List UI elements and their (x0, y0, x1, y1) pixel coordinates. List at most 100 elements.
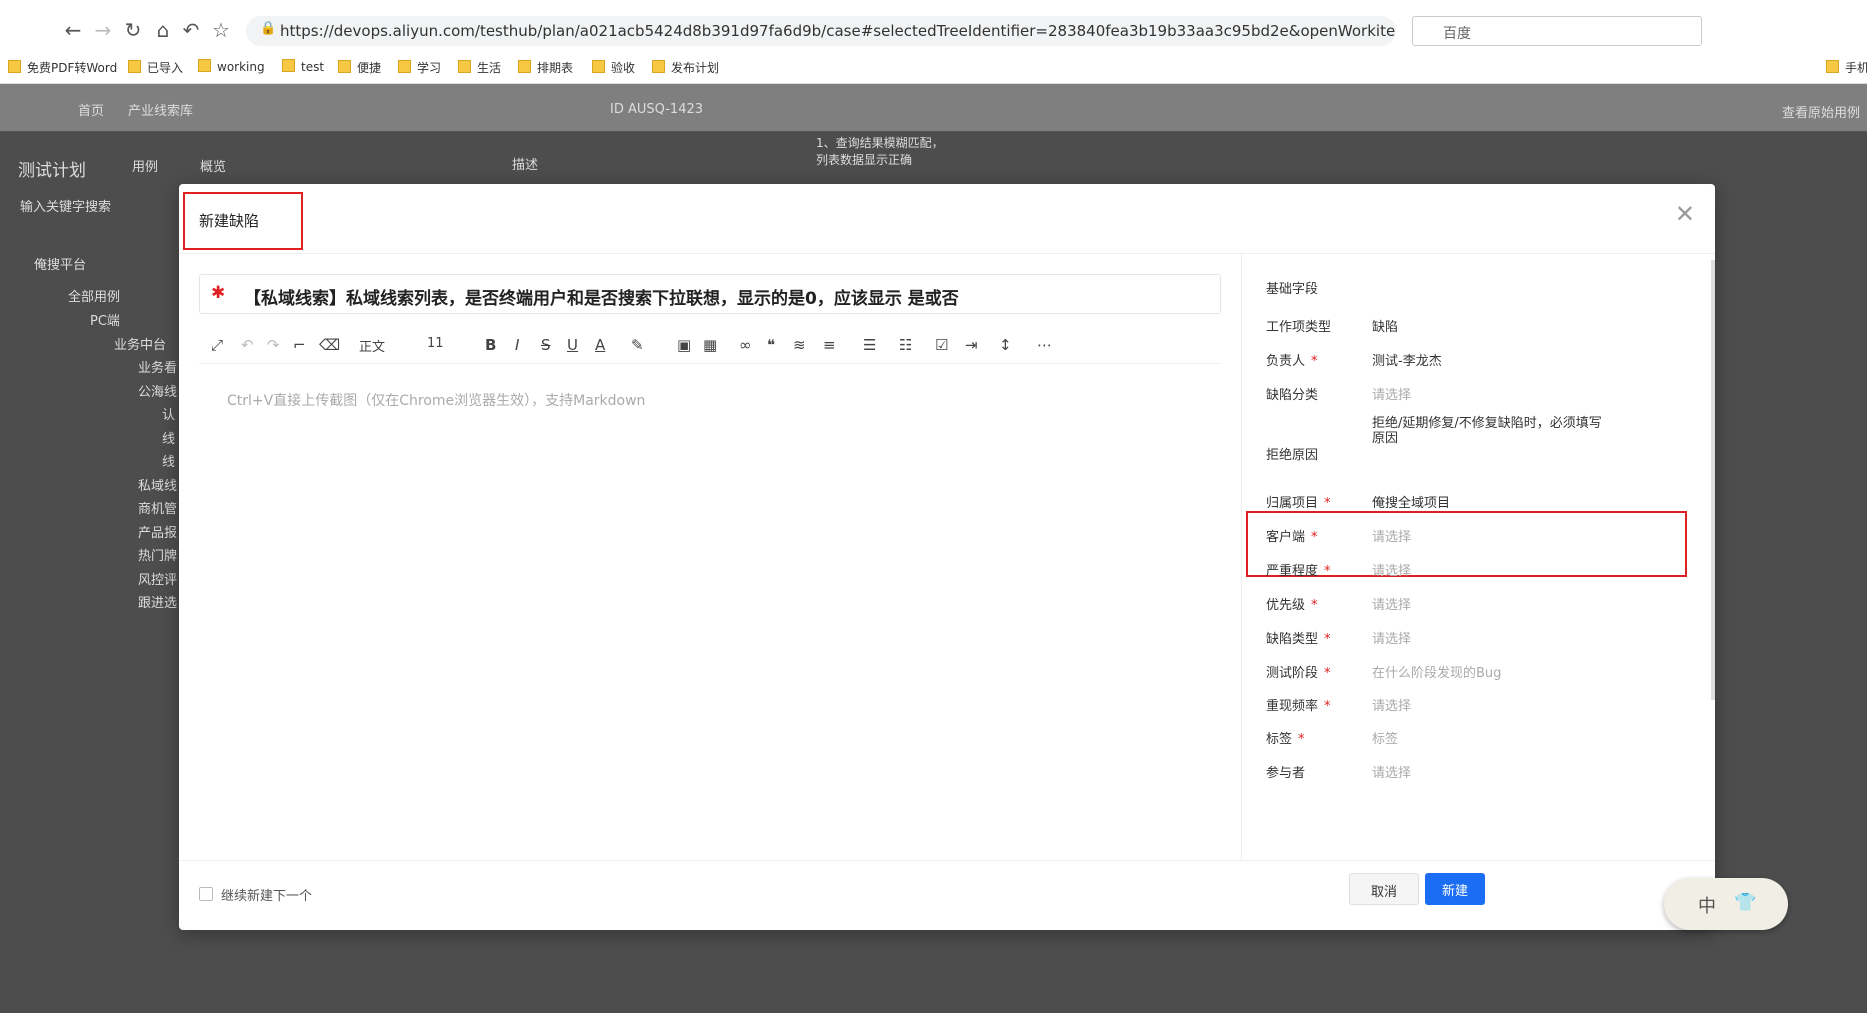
bookmark[interactable]: 学习 (398, 59, 441, 76)
image-icon[interactable]: ▣ (677, 336, 691, 354)
bookmark[interactable]: working (198, 59, 265, 74)
tree-item[interactable]: 俺搜平台 (34, 254, 86, 273)
indent-icon[interactable]: ⇥ (965, 336, 978, 354)
font-color-icon[interactable]: A (595, 336, 605, 354)
field-label: 工作项类型 (1266, 316, 1331, 335)
field-value[interactable]: 请选择 (1372, 384, 1411, 403)
star-icon[interactable]: ☆ (208, 18, 234, 42)
quote-icon[interactable]: ❝ (767, 336, 775, 354)
align-icon[interactable]: ≡ (823, 336, 836, 354)
divider-icon[interactable]: ≋ (793, 336, 806, 354)
eraser-icon[interactable]: ⌫ (319, 336, 340, 354)
tree-item[interactable]: 产品报 (138, 522, 177, 541)
forward-icon[interactable]: → (90, 18, 116, 42)
line-height-icon[interactable]: ↕ (999, 336, 1012, 354)
link-icon[interactable]: ∞ (739, 336, 752, 354)
redo-icon[interactable]: ↷ (267, 336, 280, 354)
field-label-text: 严重程度 (1266, 564, 1319, 579)
field-label: 重现频率 * (1266, 695, 1331, 714)
table-icon[interactable]: ▦ (703, 336, 717, 354)
expand-icon[interactable]: ⤢ (211, 336, 223, 354)
tree-item[interactable]: 认 (162, 404, 175, 423)
undo-icon[interactable]: ↶ (241, 336, 254, 354)
bookmark[interactable]: 便捷 (338, 59, 381, 76)
continue-checkbox[interactable] (199, 887, 213, 901)
tree-item[interactable]: 业务看 (138, 357, 177, 376)
continue-label: 继续新建下一个 (221, 889, 313, 904)
field-value[interactable]: 缺陷 (1372, 316, 1398, 335)
breadcrumb-current[interactable]: 产业线索库 (128, 100, 193, 119)
ime-widget[interactable]: 中 👕 (1664, 878, 1788, 930)
field-value[interactable]: 标签 (1372, 728, 1398, 747)
bookmark[interactable]: 排期表 (518, 59, 573, 76)
italic-icon[interactable]: I (515, 336, 519, 354)
editor-body[interactable]: Ctrl+V直接上传截图（仅在Chrome浏览器生效），支持Markdown (227, 390, 645, 410)
tree-item[interactable]: 业务中台 (114, 334, 166, 353)
font-size-select[interactable]: 11 (427, 336, 444, 351)
basic-fields-heading: 基础字段 (1266, 282, 1319, 297)
field-value[interactable]: 测试-李龙杰 (1372, 350, 1442, 369)
more-icon[interactable]: ⋯ (1037, 336, 1052, 354)
tree-item[interactable]: 私域线 (138, 475, 177, 494)
field-value[interactable]: 请选择 (1372, 628, 1411, 647)
browser-chrome: ← → ↻ ⌂ ↶ ☆ 🔒 https://devops.aliyun.com/t… (0, 0, 1867, 84)
tree-item[interactable]: 线 (162, 428, 175, 447)
tab-overview[interactable]: 概览 (200, 156, 226, 175)
format-painter-icon[interactable]: ⌐ (293, 336, 306, 354)
tree-item[interactable]: PC端 (90, 310, 120, 329)
bullet-list-icon[interactable]: ☰ (863, 336, 876, 354)
field-value[interactable]: 请选择 (1372, 526, 1411, 545)
tree-item[interactable]: 商机管 (138, 498, 177, 517)
underline-icon[interactable]: U (567, 336, 578, 354)
home-icon[interactable]: ⌂ (150, 18, 176, 42)
case-search-input[interactable]: 输入关键字搜索 (20, 196, 111, 215)
field-value[interactable]: 拒绝/延期修复/不修复缺陷时，必须填写原因 (1372, 416, 1612, 446)
bookmark[interactable]: 验收 (592, 59, 635, 76)
close-icon[interactable]: ✕ (1675, 200, 1695, 228)
field-label: 缺陷类型 * (1266, 628, 1331, 647)
bookmark[interactable]: 免费PDF转Word (8, 59, 117, 76)
bookmark[interactable]: 生活 (458, 59, 501, 76)
issue-title-input[interactable]: ✱ 【私域线索】私域线索列表，是否终端用户和是否搜索下拉联想，显示的是0，应该显… (199, 274, 1221, 314)
required-mark: * (1324, 632, 1331, 647)
field-label: 拒绝原因 (1266, 444, 1318, 463)
tree-item[interactable]: 风控评 (138, 569, 177, 588)
breadcrumb-home[interactable]: 首页 (78, 100, 104, 119)
cancel-button[interactable]: 取消 (1349, 873, 1419, 905)
bookmark[interactable]: 手机 (1826, 59, 1867, 76)
bookmark[interactable]: 已导入 (128, 59, 183, 76)
url-field[interactable]: 🔒 https://devops.aliyun.com/testhub/plan/… (246, 16, 1396, 46)
browser-search-box[interactable]: 百度 (1412, 16, 1702, 46)
ordered-list-icon[interactable]: ☷ (899, 336, 912, 354)
required-mark: * (1324, 564, 1331, 579)
paragraph-style-select[interactable]: 正文 (359, 336, 385, 355)
tree-item[interactable]: 全部用例 (68, 286, 120, 305)
field-value[interactable]: 请选择 (1372, 695, 1411, 714)
view-original-button[interactable]: 查看原始用例 (1782, 102, 1860, 121)
reload-icon[interactable]: ↻ (120, 18, 146, 42)
bookmark[interactable]: test (282, 59, 324, 74)
bookmark[interactable]: 发布计划 (652, 59, 719, 76)
scrollbar[interactable] (1711, 260, 1715, 700)
tree-item[interactable]: 公海线 (138, 381, 177, 400)
back-icon[interactable]: ← (60, 18, 86, 42)
field-value[interactable]: 请选择 (1372, 594, 1411, 613)
field-label: 缺陷分类 (1266, 384, 1318, 403)
strikethrough-icon[interactable]: S (541, 336, 551, 354)
checklist-icon[interactable]: ☑ (935, 336, 948, 354)
field-label-text: 参与者 (1266, 766, 1306, 781)
tree-item[interactable]: 跟进选 (138, 592, 177, 611)
tree-item[interactable]: 线 (162, 451, 175, 470)
field-value[interactable]: 请选择 (1372, 560, 1411, 579)
field-value[interactable]: 在什么阶段发现的Bug (1372, 662, 1501, 681)
highlight-icon[interactable]: ✎ (631, 336, 644, 354)
field-value[interactable]: 俺搜全域项目 (1372, 492, 1450, 511)
tree-item[interactable]: 热门牌 (138, 545, 177, 564)
tab-cases[interactable]: 用例 (132, 156, 158, 175)
bold-icon[interactable]: B (485, 336, 496, 354)
create-button[interactable]: 新建 (1425, 873, 1485, 905)
field-value[interactable]: 请选择 (1372, 762, 1411, 781)
tab-description[interactable]: 描述 (512, 154, 538, 173)
undo-icon[interactable]: ↶ (178, 18, 204, 42)
required-mark: * (1324, 666, 1331, 681)
